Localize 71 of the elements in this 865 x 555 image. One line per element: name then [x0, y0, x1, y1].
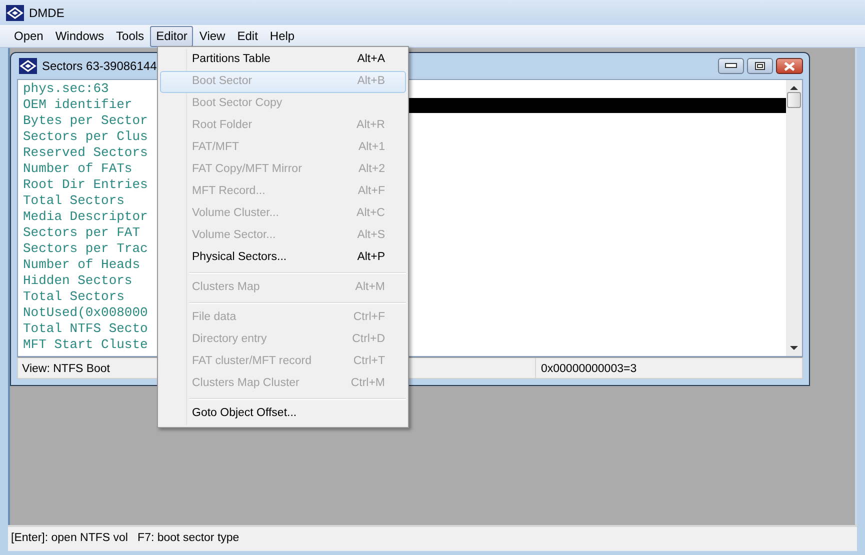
shortcut-text: Alt+S [357, 228, 385, 244]
menu-option[interactable]: Partitions Table Alt+A [160, 49, 406, 71]
data-line: Sectors per Trac [23, 241, 148, 256]
data-line: Total NTFS Secto [23, 321, 148, 336]
child-window-title: Sectors 63-39086144 [42, 58, 157, 75]
shortcut-text: Alt+F [358, 184, 385, 200]
shortcut-text: Ctrl+F [353, 310, 385, 326]
menu-item[interactable]: Help [264, 26, 301, 46]
shortcut-text: Alt+A [357, 52, 385, 68]
menu-item[interactable]: Editor [150, 26, 194, 46]
data-line: Number of Heads [23, 257, 140, 272]
data-line: Total Sectors [23, 289, 124, 304]
menu-option-label: Root Folder [192, 118, 252, 134]
window-logo-icon [19, 58, 37, 74]
data-line: Number of FATs [23, 161, 132, 176]
menu-option-label: File data [192, 310, 236, 326]
menu-option-label: FAT Copy/MFT Mirror [192, 162, 302, 178]
offset-status: 0x00000000003=3 [540, 362, 638, 377]
menu-option-label: Volume Cluster... [192, 206, 279, 222]
shortcut-text: Alt+1 [358, 140, 385, 156]
app-logo-icon [6, 4, 24, 20]
data-line: Hidden Sectors [23, 273, 132, 288]
shortcut-text: Alt+M [355, 280, 385, 296]
menu-item[interactable]: Open [8, 26, 50, 46]
shortcut-text: Alt+B [357, 74, 385, 90]
scroll-thumb[interactable] [787, 92, 801, 108]
data-line: Total Sectors [23, 193, 124, 208]
close-icon [784, 62, 795, 70]
shortcut-text: Ctrl+D [352, 332, 385, 348]
data-line: Bytes per Sector [23, 113, 148, 128]
menu-item[interactable]: Windows [49, 26, 110, 46]
data-line: Root Dir Entries [23, 177, 148, 192]
status-text: [Enter]: open NTFS vol F7: boot sector type [11, 531, 240, 546]
data-line: MFT Start Cluste [23, 337, 148, 352]
data-line: Sectors per FAT [23, 225, 140, 240]
menu-option-label: Boot Sector [192, 74, 252, 90]
scroll-up-icon[interactable] [790, 85, 798, 90]
menu-option-label: Boot Sector Copy [192, 96, 282, 112]
data-line: Sectors per Clus [23, 129, 148, 144]
menu-option-label: Physical Sectors... [192, 250, 287, 266]
scroll-down-icon[interactable] [790, 346, 798, 351]
shortcut-text: Alt+C [356, 206, 385, 222]
menu-option-label: Partitions Table [192, 52, 270, 68]
menu-option[interactable]: Physical Sectors... Alt+P [160, 247, 406, 269]
maximize-button[interactable] [747, 58, 773, 74]
menu-option-label: FAT/MFT [192, 140, 240, 156]
menu-option[interactable]: Goto Object Offset... [160, 403, 406, 425]
data-line: phys.sec:63 [23, 81, 109, 96]
shortcut-text: Alt+R [356, 118, 385, 134]
minimize-icon [725, 63, 737, 69]
menu-item[interactable]: Edit [231, 26, 264, 46]
vertical-scrollbar[interactable] [786, 80, 802, 356]
menu-option-label: MFT Record... [192, 184, 266, 200]
data-line: OEM identifier [23, 97, 132, 112]
data-line: Media Descriptor [23, 209, 148, 224]
window-title: DMDE [29, 4, 64, 22]
close-button[interactable] [776, 58, 803, 74]
data-line: Reserved Sectors [23, 145, 148, 160]
maximize-icon [755, 62, 765, 70]
menu-option-label: Goto Object Offset... [192, 406, 297, 422]
menu-option-label: Volume Sector... [192, 228, 276, 244]
menu-item[interactable]: Tools [110, 26, 150, 46]
menu-option-label: Directory entry [192, 332, 267, 348]
menu-item[interactable]: View [193, 26, 232, 46]
menu-option-label: Clusters Map Cluster [192, 376, 300, 392]
minimize-button[interactable] [718, 58, 744, 74]
menu-option-label: Clusters Map [192, 280, 260, 296]
shortcut-text: Alt+P [357, 250, 385, 266]
data-line: NotUsed(0x008000 [23, 305, 148, 320]
shortcut-text: Alt+2 [358, 162, 385, 178]
shortcut-text: Ctrl+M [350, 376, 385, 392]
